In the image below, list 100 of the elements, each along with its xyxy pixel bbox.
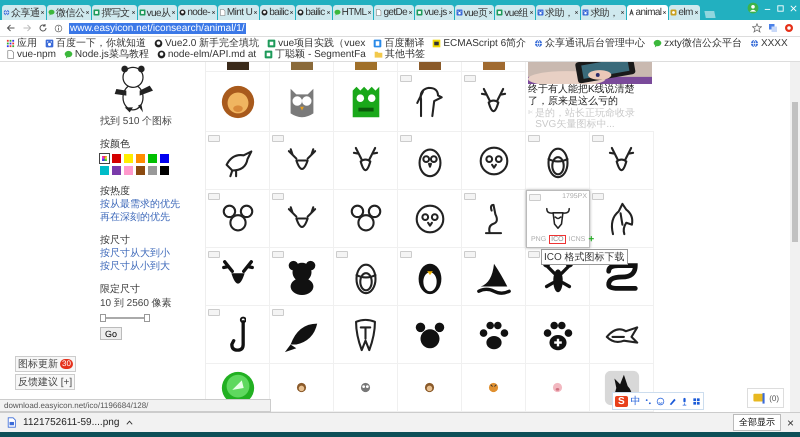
browser-tab[interactable]: vue页: [454, 5, 494, 20]
bookmark[interactable]: 众享通讯后台管理中心: [534, 38, 646, 49]
sort-link[interactable]: 再在深刻的优先: [100, 211, 205, 224]
close-icon[interactable]: [367, 10, 372, 15]
info-icon[interactable]: [54, 24, 63, 32]
maximize-icon[interactable]: [776, 4, 785, 12]
color-swatch[interactable]: [100, 166, 109, 175]
ime-mode-button[interactable]: 中: [630, 394, 641, 408]
bookmark[interactable]: Node.js菜鸟教程: [64, 49, 149, 60]
scrollbar[interactable]: [790, 62, 800, 412]
color-swatch[interactable]: [160, 154, 169, 163]
all-colors-swatch[interactable]: [100, 154, 109, 163]
browser-tab[interactable]: 众享通: [2, 5, 46, 20]
browser-tab[interactable]: 求助，: [536, 5, 580, 20]
grid-icon[interactable]: [692, 396, 701, 406]
caret-icon[interactable]: [125, 418, 134, 427]
bookmark[interactable]: XXXX: [750, 38, 788, 49]
download-item[interactable]: 1121752611-59....png: [23, 417, 120, 428]
browser-tab[interactable]: node-: [178, 5, 217, 20]
format-tag: [208, 135, 220, 142]
smiley-icon[interactable]: [656, 396, 665, 406]
close-icon[interactable]: [662, 10, 668, 15]
close-icon[interactable]: [529, 10, 534, 15]
browser-tab[interactable]: vue组: [495, 5, 536, 20]
section-heading: 按尺寸: [100, 234, 131, 247]
close-icon[interactable]: [85, 10, 90, 15]
sort-link[interactable]: 按尺寸从小到大: [100, 260, 205, 273]
close-icon[interactable]: [289, 10, 294, 15]
address-field[interactable]: www.easyicon.net/iconsearch/animal/1/: [69, 22, 246, 34]
close-button[interactable]: ×: [786, 416, 794, 430]
bookmark[interactable]: 丁聪颖 - SegmentFa: [264, 49, 366, 60]
close-icon[interactable]: [408, 10, 414, 15]
profile-icon[interactable]: [747, 2, 759, 14]
go-button[interactable]: Go: [100, 327, 122, 340]
round-logo-icon: [297, 9, 304, 16]
close-icon[interactable]: [326, 10, 331, 15]
show-all-button[interactable]: 全部显示: [732, 414, 781, 431]
close-icon[interactable]: [694, 10, 699, 15]
pig-icon: [552, 382, 563, 393]
browser-tab[interactable]: elm: [669, 5, 700, 20]
bookmark[interactable]: 百度翻译: [373, 38, 424, 49]
back-icon[interactable]: [6, 23, 16, 33]
color-swatch[interactable]: [136, 154, 145, 163]
close-icon[interactable]: [40, 10, 46, 15]
pen-icon[interactable]: [668, 396, 677, 406]
bookmark[interactable]: Vue2.0 新手完全填坑: [154, 38, 260, 49]
color-swatch[interactable]: [124, 166, 133, 175]
bookmark[interactable]: 应用: [6, 38, 37, 49]
feedback-button[interactable]: 反馈建议 [+]: [15, 374, 76, 390]
close-icon[interactable]: [488, 10, 494, 15]
close-icon[interactable]: [210, 10, 216, 15]
globe-icon: [3, 9, 10, 16]
close-icon[interactable]: [130, 10, 136, 15]
punctuation-icon[interactable]: [644, 396, 653, 406]
close-icon[interactable]: [574, 10, 580, 15]
ime-logo[interactable]: S: [615, 396, 628, 406]
color-swatch[interactable]: [112, 166, 121, 175]
size-range-slider[interactable]: [100, 314, 150, 322]
reload-icon[interactable]: [38, 23, 48, 33]
bookmark[interactable]: ECMAScript 6简介: [432, 38, 526, 49]
color-swatch[interactable]: [112, 154, 121, 163]
browser-tab[interactable]: vue从: [138, 5, 178, 20]
color-swatch[interactable]: [160, 166, 169, 175]
browser-tab[interactable]: animal: [626, 5, 668, 20]
browser-tab[interactable]: vue.js: [415, 5, 454, 20]
browser-tab[interactable]: 撰写文: [92, 5, 137, 20]
color-swatch[interactable]: [148, 154, 157, 163]
microphone-icon[interactable]: [680, 396, 689, 406]
star-icon[interactable]: [752, 23, 762, 33]
bookmark[interactable]: zxty微信公众平台: [653, 38, 742, 49]
cut-off-icon: [226, 62, 248, 70]
bookmark[interactable]: node-elm/API.md at: [156, 49, 256, 60]
browser-tab[interactable]: 求助，: [581, 5, 626, 20]
tiger-icon: [488, 382, 499, 393]
close-icon[interactable]: [171, 10, 176, 15]
color-swatch[interactable]: [124, 154, 133, 163]
close-icon[interactable]: [448, 10, 453, 15]
bookmark[interactable]: vue项目实践（vuex: [267, 38, 366, 49]
browser-tab[interactable]: HTML: [332, 5, 374, 20]
sort-link[interactable]: 按尺寸从大到小: [100, 247, 205, 260]
color-swatch[interactable]: [148, 166, 157, 175]
bookmark[interactable]: vue-npm: [6, 49, 56, 60]
bookmark[interactable]: 其他书签: [374, 49, 425, 60]
translate-icon[interactable]: [768, 23, 778, 33]
dog-icon: [415, 86, 444, 118]
sort-link[interactable]: 按从最需求的优先: [100, 198, 205, 211]
browser-tab[interactable]: Mint U: [218, 5, 260, 20]
format-tag: [528, 251, 540, 258]
updates-button[interactable]: 图标更新 30: [15, 356, 76, 372]
stop-icon[interactable]: [784, 23, 794, 33]
color-swatch[interactable]: [136, 166, 145, 175]
square-logo-icon: [496, 9, 504, 16]
cart-widget[interactable]: (0): [747, 388, 784, 408]
close-icon[interactable]: [620, 10, 625, 15]
browser-tab[interactable]: bailic: [260, 5, 296, 20]
close-icon[interactable]: [253, 10, 258, 15]
bookmark[interactable]: 百度一下，你就知道: [45, 38, 146, 49]
browser-tab[interactable]: getDe: [374, 5, 414, 20]
browser-tab[interactable]: bailic: [296, 5, 332, 20]
browser-tab[interactable]: 微信公: [47, 5, 92, 20]
